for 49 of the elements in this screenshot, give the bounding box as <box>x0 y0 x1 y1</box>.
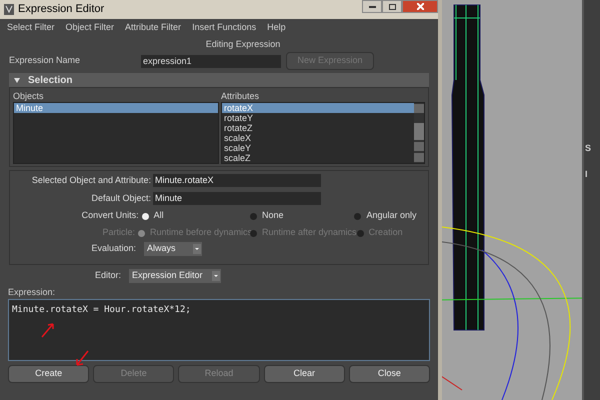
menu-item[interactable]: Insert Functions <box>192 21 256 35</box>
maximize-icon <box>388 4 396 10</box>
maximize-button[interactable] <box>382 0 402 13</box>
action-button[interactable]: Clear <box>264 365 345 383</box>
expression-text-area[interactable]: Minute.rotateX = Hour.rotateX*12; <box>8 299 430 361</box>
minimize-icon <box>368 6 376 8</box>
text-field[interactable]: Minute.rotateX <box>153 174 321 187</box>
selection-header[interactable]: Selection <box>9 73 429 87</box>
section-heading: Editing Expression <box>204 38 282 51</box>
close-button[interactable] <box>402 0 438 13</box>
list-item[interactable]: rotateY <box>222 113 414 123</box>
close-icon <box>416 3 424 10</box>
menu-item[interactable]: Object Filter <box>66 21 114 35</box>
menu-item[interactable]: Select Filter <box>7 21 55 35</box>
scroll-thumb[interactable] <box>414 123 424 140</box>
minimize-button[interactable] <box>362 0 382 13</box>
list-label: Attributes <box>221 90 260 101</box>
list-label: Objects <box>13 90 45 101</box>
window-title: Expression Editor <box>18 2 104 18</box>
evaluation-dropdown[interactable]: Always <box>144 242 202 256</box>
panel-text: S <box>585 142 592 155</box>
field-label: Expression: <box>7 286 56 299</box>
menu-item[interactable]: Attribute Filter <box>125 21 182 35</box>
annotation-arrow <box>40 321 56 339</box>
list-item[interactable]: scaleX <box>222 133 414 143</box>
action-button[interactable]: Close <box>348 365 430 383</box>
field-label: Editor: <box>94 269 122 282</box>
list-item[interactable]: rotateX <box>222 103 414 113</box>
field-label: Convert Units: <box>80 209 140 222</box>
radio-option[interactable]: All <box>142 209 250 223</box>
app-icon <box>4 4 14 15</box>
list-item[interactable]: Minute <box>14 103 218 113</box>
text-field[interactable]: Minute <box>153 192 321 205</box>
menu-item[interactable]: Help <box>267 21 286 35</box>
panel-text: I <box>585 168 589 180</box>
field-label: Default Object: <box>90 192 152 205</box>
scrollbar[interactable] <box>414 103 424 163</box>
field-label: Evaluation: <box>90 242 137 256</box>
list-item[interactable]: rotateZ <box>222 123 414 133</box>
expression-name-field[interactable]: expression1 <box>141 54 281 68</box>
radio-option[interactable]: Angular only <box>354 209 428 223</box>
radio-option[interactable]: None <box>250 209 354 223</box>
editor-dropdown[interactable]: Expression Editor <box>129 269 221 283</box>
action-button[interactable]: Create <box>8 365 90 383</box>
field-label: Expression Name <box>9 54 82 68</box>
annotation-arrow <box>74 349 90 367</box>
field-label: Selected Object and Attribute: <box>30 174 152 187</box>
list-item[interactable]: scaleY <box>222 143 414 153</box>
list-item[interactable]: scaleZ <box>222 153 414 163</box>
